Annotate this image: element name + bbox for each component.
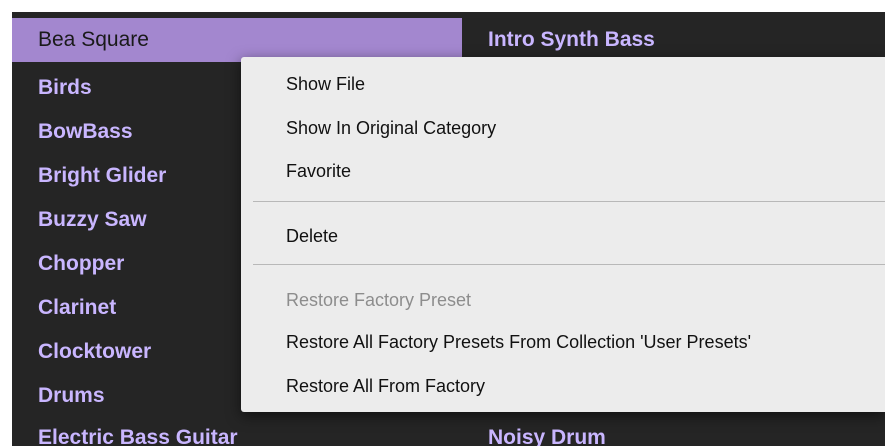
preset-browser: Bea Square Birds BowBass Bright Glider B… bbox=[0, 0, 885, 446]
preset-item[interactable]: Intro Synth Bass bbox=[488, 18, 655, 62]
preset-item-selected[interactable]: Bea Square bbox=[12, 18, 462, 62]
menu-item-restore-all-from-factory[interactable]: Restore All From Factory bbox=[286, 371, 485, 401]
preset-item[interactable]: Electric Bass Guitar bbox=[12, 416, 462, 446]
menu-separator bbox=[253, 264, 885, 265]
menu-item-favorite[interactable]: Favorite bbox=[286, 156, 351, 186]
window-edge bbox=[0, 0, 885, 12]
menu-item-restore-all-from-collection[interactable]: Restore All Factory Presets From Collect… bbox=[286, 327, 751, 357]
menu-separator bbox=[253, 201, 885, 202]
context-menu: Show File Show In Original Category Favo… bbox=[241, 57, 885, 412]
menu-item-show-in-original-category[interactable]: Show In Original Category bbox=[286, 113, 496, 143]
menu-item-restore-factory-preset: Restore Factory Preset bbox=[286, 290, 472, 310]
menu-item-show-file[interactable]: Show File bbox=[286, 69, 365, 99]
menu-item-delete[interactable]: Delete bbox=[286, 221, 338, 251]
preset-item[interactable]: Noisy Drum bbox=[488, 416, 606, 446]
